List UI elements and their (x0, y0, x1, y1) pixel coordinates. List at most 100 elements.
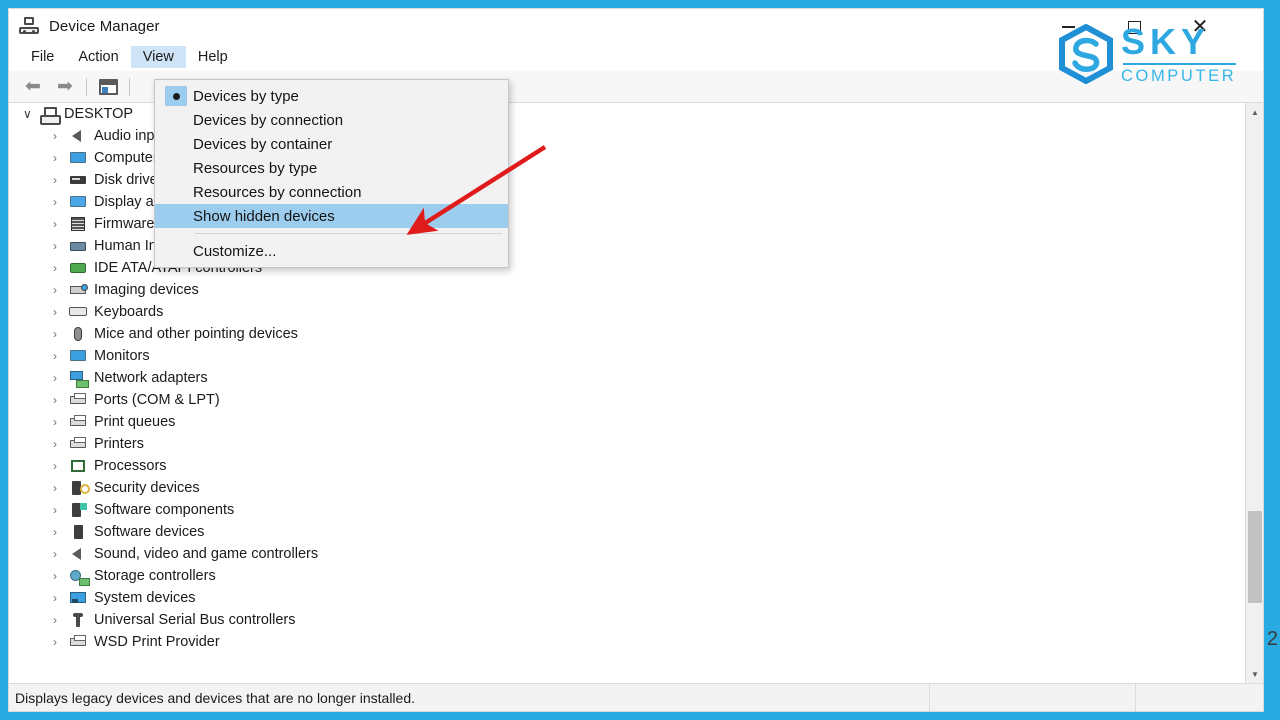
software-component-icon (69, 502, 87, 518)
tree-item[interactable]: › WSD Print Provider (9, 631, 1237, 653)
sky-computer-logo: SKY COMPUTER (1055, 20, 1255, 88)
chevron-right-icon[interactable]: › (53, 130, 69, 142)
chevron-right-icon[interactable]: › (53, 262, 69, 274)
tree-item[interactable]: › Imaging devices (9, 279, 1237, 301)
back-arrow-icon[interactable]: ⬅ (17, 74, 49, 100)
chevron-right-icon[interactable]: › (53, 526, 69, 538)
properties-icon[interactable] (92, 74, 124, 100)
chevron-right-icon[interactable]: › (53, 306, 69, 318)
display-adapter-icon (69, 194, 87, 210)
tree-item[interactable]: › System devices (9, 587, 1237, 609)
device-manager-icon (19, 17, 39, 35)
chevron-right-icon[interactable]: › (53, 240, 69, 252)
chevron-right-icon[interactable]: › (53, 284, 69, 296)
toolbar-separator-2 (129, 77, 130, 96)
menu-action[interactable]: Action (66, 46, 130, 69)
menu-item-label: Devices by type (193, 87, 299, 105)
chevron-right-icon[interactable]: › (53, 570, 69, 582)
menu-item-label: Devices by connection (193, 111, 344, 129)
tree-item-label: Software devices (94, 523, 205, 540)
chevron-right-icon[interactable]: › (53, 152, 69, 164)
scrollbar-thumb[interactable] (1248, 511, 1262, 603)
chevron-right-icon[interactable]: › (53, 504, 69, 516)
menu-item[interactable]: Resources by type (155, 156, 508, 180)
tree-item-label: Universal Serial Bus controllers (94, 611, 296, 628)
tree-item[interactable]: › Security devices (9, 477, 1237, 499)
chevron-right-icon[interactable]: › (53, 614, 69, 626)
tree-item[interactable]: › Keyboards (9, 301, 1237, 323)
tree-item[interactable]: › Software components (9, 499, 1237, 521)
network-adapter-icon (69, 370, 89, 388)
scroll-up-icon[interactable]: ▲ (1246, 103, 1263, 121)
chevron-right-icon[interactable]: › (53, 592, 69, 604)
menu-file[interactable]: File (19, 46, 66, 69)
forward-arrow-icon[interactable]: ➡ (49, 74, 81, 100)
printer-icon (69, 436, 87, 452)
chevron-right-icon[interactable]: › (53, 438, 69, 450)
tree-item[interactable]: › Universal Serial Bus controllers (9, 609, 1237, 631)
tree-item[interactable]: › Ports (COM & LPT) (9, 389, 1237, 411)
tree-item[interactable]: › Storage controllers (9, 565, 1237, 587)
tree-item[interactable]: › Processors (9, 455, 1237, 477)
chevron-right-icon[interactable]: › (53, 394, 69, 406)
security-device-icon (69, 480, 90, 496)
hid-icon (69, 238, 87, 254)
menu-help[interactable]: Help (186, 46, 240, 69)
tree-item[interactable]: › Printers (9, 433, 1237, 455)
menu-item[interactable]: Resources by connection (155, 180, 508, 204)
tree-item-label: System devices (94, 589, 196, 606)
printer-icon (69, 414, 87, 430)
tree-item-label: Computer (94, 149, 158, 166)
tree-item[interactable]: › Monitors (9, 345, 1237, 367)
menu-item-label: Show hidden devices (193, 207, 335, 225)
scroll-down-icon[interactable]: ▼ (1246, 665, 1263, 683)
tree-item[interactable]: › Mice and other pointing devices (9, 323, 1237, 345)
menu-item-label: Customize... (193, 242, 277, 260)
logo-divider (1123, 62, 1237, 65)
speaker-icon (69, 546, 87, 562)
tree-item[interactable]: › Sound, video and game controllers (9, 543, 1237, 565)
chevron-right-icon[interactable]: › (53, 350, 69, 362)
printer-icon (69, 634, 87, 650)
view-dropdown-menu[interactable]: Devices by type Devices by connection Devi… (154, 79, 509, 268)
logo-subtitle: COMPUTER (1121, 66, 1237, 85)
tree-item-label: Network adapters (94, 369, 208, 386)
tree-item-label: Sound, video and game controllers (94, 545, 319, 562)
chevron-right-icon[interactable]: › (53, 196, 69, 208)
firmware-icon (69, 216, 87, 232)
chevron-right-icon[interactable]: › (53, 372, 69, 384)
edge-digit: 2 (1266, 628, 1278, 650)
storage-controller-icon (69, 568, 90, 586)
chevron-right-icon[interactable]: › (53, 548, 69, 560)
usb-icon (69, 612, 87, 628)
chevron-right-icon[interactable]: › (53, 482, 69, 494)
menu-item-label: Devices by container (193, 135, 333, 153)
status-panel-1 (929, 684, 1135, 711)
tree-item-label: Print queues (94, 413, 176, 430)
vertical-scrollbar[interactable]: ▲ ▼ (1245, 103, 1263, 683)
speaker-icon (69, 128, 87, 144)
chevron-right-icon[interactable]: › (53, 218, 69, 230)
menu-item[interactable]: Devices by connection (155, 108, 508, 132)
software-device-icon (69, 524, 87, 540)
menu-item[interactable]: Show hidden devices (155, 204, 508, 228)
sky-logo-text: SKY COMPUTER (1121, 23, 1237, 85)
menu-item[interactable]: Devices by container (155, 132, 508, 156)
chevron-right-icon[interactable]: › (53, 636, 69, 648)
port-icon (69, 392, 87, 408)
tree-item-label: Keyboards (94, 303, 164, 320)
tree-item[interactable]: › Network adapters (9, 367, 1237, 389)
chevron-right-icon[interactable]: › (53, 460, 69, 472)
window-title: Device Manager (49, 17, 160, 35)
status-bar: Displays legacy devices and devices that… (9, 683, 1263, 711)
tree-item[interactable]: › Print queues (9, 411, 1237, 433)
menu-item[interactable]: Devices by type (155, 84, 508, 108)
chevron-right-icon[interactable]: › (53, 174, 69, 186)
tree-item[interactable]: › Software devices (9, 521, 1237, 543)
chevron-down-icon[interactable]: ∨ (23, 108, 39, 120)
screenshot-canvas: Device Manager ✕ File Action View Help ⬅… (0, 0, 1280, 720)
menu-view[interactable]: View (130, 45, 186, 69)
chevron-right-icon[interactable]: › (53, 328, 69, 340)
chevron-right-icon[interactable]: › (53, 416, 69, 428)
menu-item[interactable]: Customize... (155, 239, 508, 263)
